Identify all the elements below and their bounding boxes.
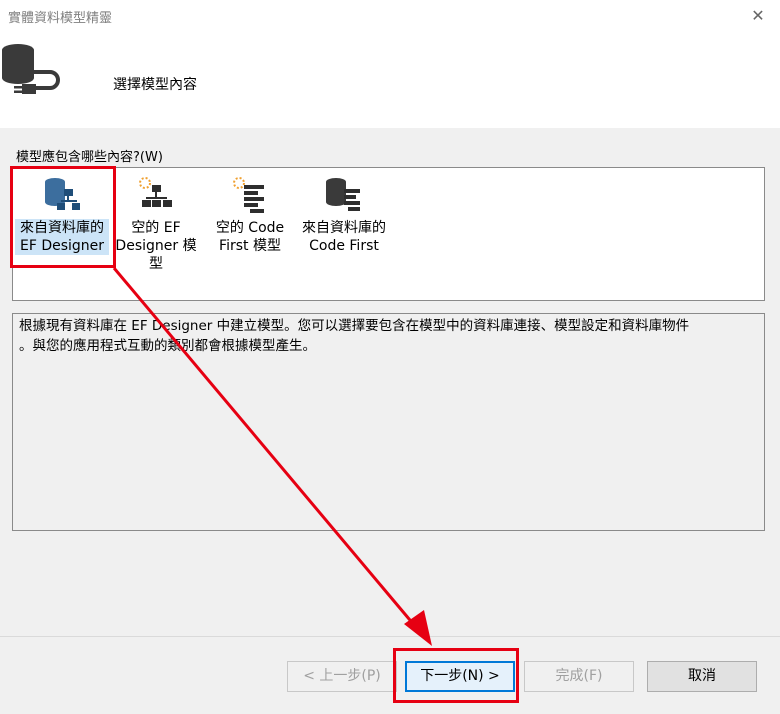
option-empty-ef-designer[interactable]: 空的 EF Designer 模 型 bbox=[109, 168, 203, 273]
annotation-highlight-next bbox=[393, 648, 519, 703]
title-bar: 實體資料模型精靈 ✕ bbox=[0, 0, 780, 32]
option-code-first-from-database[interactable]: 來自資料庫的 Code First bbox=[297, 168, 391, 255]
option-label: 空的 Code First 模型 bbox=[215, 220, 285, 254]
description-line: 。與您的應用程式互動的類別都會根據模型產生。 bbox=[19, 338, 316, 354]
back-button[interactable]: < 上一步(P) bbox=[287, 661, 397, 692]
option-empty-code-first[interactable]: 空的 Code First 模型 bbox=[203, 168, 297, 255]
database-connection-icon bbox=[2, 44, 60, 94]
page-title: 選擇模型內容 bbox=[113, 77, 197, 93]
option-label: 來自資料庫的 Code First bbox=[302, 220, 386, 254]
option-label: 空的 EF Designer 模 型 bbox=[115, 220, 197, 272]
description-box: 根據現有資料庫在 EF Designer 中建立模型。您可以選擇要包含在模型中的… bbox=[12, 313, 765, 531]
annotation-highlight-option bbox=[10, 166, 116, 268]
footer-divider bbox=[0, 636, 780, 637]
finish-button[interactable]: 完成(F) bbox=[524, 661, 634, 692]
window-title: 實體資料模型精靈 bbox=[8, 11, 113, 26]
close-icon[interactable]: ✕ bbox=[744, 4, 772, 28]
wizard-header: 選擇模型內容 bbox=[0, 32, 780, 128]
cancel-button[interactable]: 取消 bbox=[647, 661, 757, 692]
empty-code-first-icon bbox=[233, 177, 264, 213]
model-content-list[interactable]: 來自資料庫的 EF Designer 空的 EF Designer 模 型 空的… bbox=[12, 167, 765, 301]
description-line: 根據現有資料庫在 EF Designer 中建立模型。您可以選擇要包含在模型中的… bbox=[19, 318, 690, 334]
empty-designer-icon bbox=[139, 177, 172, 207]
content-label: 模型應包含哪些內容?(W) bbox=[16, 150, 163, 165]
database-code-first-icon bbox=[326, 178, 360, 211]
